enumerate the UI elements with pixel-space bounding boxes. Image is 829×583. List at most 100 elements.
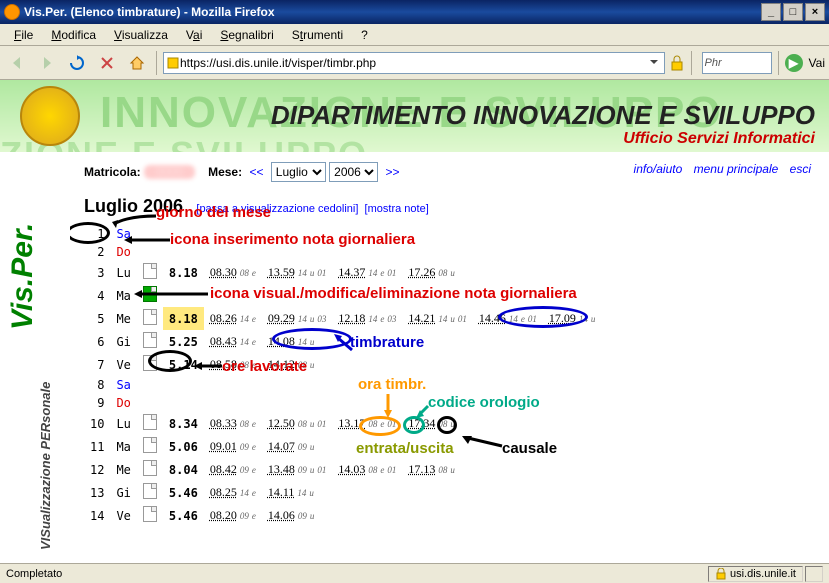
menu-modifica[interactable]: Modifica xyxy=(43,26,104,44)
day-weekday: Me xyxy=(110,307,136,330)
timestamp: 14.11 14 u xyxy=(262,481,333,504)
link-mostra-note[interactable]: mostra note xyxy=(368,203,426,215)
coin-logo-icon xyxy=(20,86,80,146)
day-weekday: Me xyxy=(110,458,136,481)
day-weekday: Do xyxy=(110,243,136,261)
table-row: 8Sa xyxy=(84,376,601,394)
year-select[interactable]: 2006 xyxy=(329,162,378,182)
hours-worked: 5.46 xyxy=(163,504,204,527)
note-icon[interactable] xyxy=(143,483,157,499)
day-weekday: Gi xyxy=(110,481,136,504)
note-cell xyxy=(137,284,163,307)
note-icon[interactable] xyxy=(143,355,157,371)
timestamp: 08.42 09 e xyxy=(204,458,262,481)
note-cell xyxy=(137,504,163,527)
day-weekday: Sa xyxy=(110,225,136,243)
note-icon[interactable] xyxy=(143,460,157,476)
day-number: 11 xyxy=(84,435,110,458)
timestamp: 17.26 08 u xyxy=(402,261,473,284)
back-button[interactable] xyxy=(4,50,30,76)
url-input[interactable] xyxy=(180,56,648,70)
menu-help[interactable]: ? xyxy=(353,26,376,44)
minimize-button[interactable]: _ xyxy=(761,3,781,21)
maximize-button[interactable]: □ xyxy=(783,3,803,21)
timestamp: 14.37 14 e 01 xyxy=(332,261,402,284)
side-label: Vis.Per. VISualizzazione PERsonale xyxy=(6,210,66,560)
calendar-table: 1Sa2Do3Lu8.1808.30 08 e13.59 14 u 0114.3… xyxy=(84,225,601,527)
menu-vai[interactable]: Vai xyxy=(178,26,210,44)
reload-button[interactable] xyxy=(64,50,90,76)
go-label: Vai xyxy=(809,56,825,70)
mese-label: Mese: xyxy=(208,165,242,179)
url-dropdown-icon[interactable] xyxy=(648,56,662,70)
link-cedolini[interactable]: passa a visualizzazione cedolini xyxy=(199,203,355,215)
note-cell xyxy=(137,330,163,353)
note-icon[interactable] xyxy=(143,286,157,302)
note-icon[interactable] xyxy=(143,263,157,279)
main-content: Matricola: 0000 Mese: << Luglio 2006 >> … xyxy=(70,152,825,563)
day-weekday: Ma xyxy=(110,435,136,458)
menu-visualizza[interactable]: Visualizza xyxy=(106,26,176,44)
day-number: 2 xyxy=(84,243,110,261)
department-subtitle: Ufficio Servizi Informatici xyxy=(623,130,815,148)
timestamp: 13.17 08 e 01 xyxy=(332,412,402,435)
timestamp: 08.20 09 e xyxy=(204,504,262,527)
timestamp: 08.58 08 e xyxy=(204,353,262,376)
timestamp: 13.48 09 u 01 xyxy=(262,458,333,481)
day-number: 8 xyxy=(84,376,110,394)
hours-worked: 5.25 xyxy=(163,330,204,353)
prev-month-link[interactable]: << xyxy=(249,165,263,179)
note-cell xyxy=(137,458,163,481)
table-row: 13Gi5.4608.25 14 e14.11 14 u xyxy=(84,481,601,504)
timestamp: 13.59 14 u 01 xyxy=(262,261,333,284)
menu-link[interactable]: menu principale xyxy=(694,162,779,176)
close-button[interactable]: × xyxy=(805,3,825,21)
note-cell xyxy=(137,261,163,284)
timestamp: 12.50 08 u 01 xyxy=(262,412,333,435)
firefox-icon xyxy=(4,4,20,20)
table-row: 2Do xyxy=(84,243,601,261)
status-domain: usi.dis.unile.it xyxy=(708,566,803,582)
home-button[interactable] xyxy=(124,50,150,76)
timestamp: 17.34 08 u xyxy=(402,412,473,435)
lock-icon xyxy=(669,55,685,71)
timestamp: 08.26 14 e xyxy=(204,307,262,330)
menu-segnalibri[interactable]: Segnalibri xyxy=(212,26,281,44)
esci-link[interactable]: esci xyxy=(790,162,811,176)
table-row: 3Lu8.1808.30 08 e13.59 14 u 0114.37 14 e… xyxy=(84,261,601,284)
stop-button[interactable] xyxy=(94,50,120,76)
timestamp: 14.21 14 u 01 xyxy=(402,307,473,330)
go-button[interactable]: ▶ xyxy=(785,54,803,72)
note-icon[interactable] xyxy=(143,414,157,430)
day-weekday: Lu xyxy=(110,261,136,284)
toolbar: Phr ▶ Vai xyxy=(0,46,829,80)
day-number: 4 xyxy=(84,284,110,307)
note-icon[interactable] xyxy=(143,309,157,325)
next-month-link[interactable]: >> xyxy=(385,165,399,179)
day-weekday: Ve xyxy=(110,504,136,527)
timestamp: 17.09 14 u xyxy=(543,307,602,330)
address-bar[interactable] xyxy=(163,52,665,74)
timestamp: 14.12 08 u xyxy=(262,353,333,376)
timestamp: 08.33 08 e xyxy=(204,412,262,435)
forward-button[interactable] xyxy=(34,50,60,76)
table-row: 9Do xyxy=(84,394,601,412)
month-select[interactable]: Luglio xyxy=(271,162,326,182)
search-box[interactable]: Phr xyxy=(702,52,772,74)
note-icon[interactable] xyxy=(143,437,157,453)
selector-row: Matricola: 0000 Mese: << Luglio 2006 >> … xyxy=(84,162,811,182)
menubar: File Modifica Visualizza Vai Segnalibri … xyxy=(0,24,829,46)
info-link[interactable]: info/aiuto xyxy=(634,162,683,176)
window-title: Vis.Per. (Elenco timbrature) - Mozilla F… xyxy=(24,5,761,19)
table-row: 14Ve5.4608.20 09 e14.06 09 u xyxy=(84,504,601,527)
table-row: 12Me8.0408.42 09 e13.48 09 u 0114.03 08 … xyxy=(84,458,601,481)
table-row: 4Ma xyxy=(84,284,601,307)
note-icon[interactable] xyxy=(143,506,157,522)
timestamp: 14.07 09 u xyxy=(262,435,333,458)
note-icon[interactable] xyxy=(143,332,157,348)
menu-strumenti[interactable]: Strumenti xyxy=(284,26,351,44)
menu-file[interactable]: File xyxy=(6,26,41,44)
hours-worked: 5.14 xyxy=(163,353,204,376)
side-sub: VISualizzazione PERsonale xyxy=(38,382,53,550)
status-bar: Completato usi.dis.unile.it xyxy=(0,563,829,583)
